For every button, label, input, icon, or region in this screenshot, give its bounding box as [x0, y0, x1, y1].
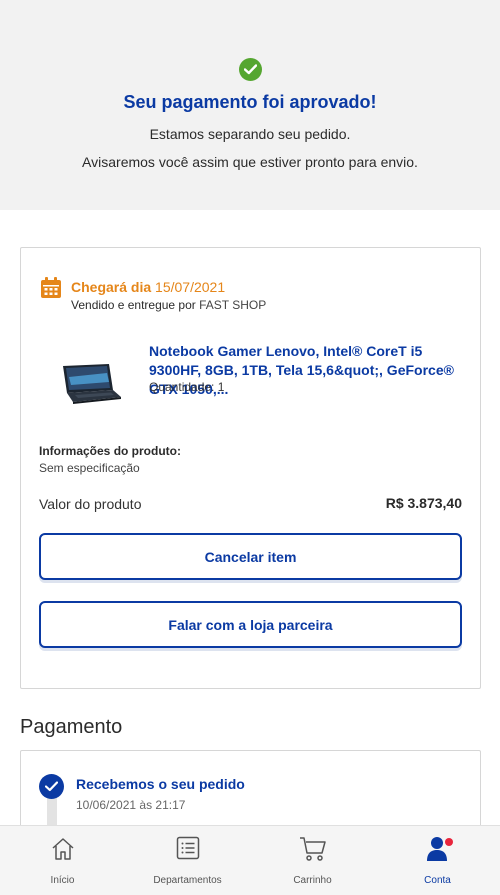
- tab-label: Início: [50, 875, 75, 886]
- seller-name: FAST SHOP: [199, 298, 267, 312]
- cancel-item-button[interactable]: Cancelar item: [39, 533, 462, 580]
- tab-carrinho[interactable]: Carrinho: [250, 826, 375, 895]
- tab-label: Departamentos: [153, 875, 222, 886]
- bottom-tab-bar: Início Departamentos Carrinho Conta: [0, 825, 500, 895]
- tab-label: Conta: [424, 875, 451, 886]
- step-complete-check-icon: [39, 774, 64, 799]
- confirmation-title: Seu pagamento foi aprovado!: [123, 92, 377, 112]
- delivery-date-value: 15/07/2021: [155, 279, 226, 295]
- product-value-label: Valor do produto: [39, 496, 142, 512]
- delivery-prefix: Chegará dia: [71, 279, 152, 295]
- tab-conta[interactable]: Conta: [375, 826, 500, 895]
- calendar-icon: [41, 277, 61, 303]
- product-value-amount: R$ 3.873,40: [385, 495, 462, 511]
- product-image[interactable]: [55, 360, 125, 410]
- confirmation-banner: Seu pagamento foi aprovado! Estamos sepa…: [0, 0, 500, 210]
- tab-departamentos[interactable]: Departamentos: [125, 826, 250, 895]
- payment-section-title: Pagamento: [20, 716, 123, 738]
- delivery-date: Chegará dia 15/07/2021: [71, 279, 225, 295]
- tab-inicio[interactable]: Início: [0, 826, 125, 895]
- payment-step-title: Recebemos o seu pedido: [76, 776, 245, 792]
- cart-icon: [299, 836, 327, 867]
- confirmation-notice: Avisaremos você assim que estiver pronto…: [82, 154, 418, 170]
- product-info-value: Sem especificação: [39, 461, 140, 475]
- product-quantity: Quantidade: 1: [149, 380, 225, 394]
- contact-seller-button[interactable]: Falar com a loja parceira: [39, 601, 462, 648]
- list-icon: [176, 836, 200, 865]
- product-info-label: Informações do produto:: [39, 444, 181, 458]
- confirmation-message: Estamos separando seu pedido.: [149, 126, 351, 142]
- order-item-card: Chegará dia 15/07/2021 Vendido e entregu…: [20, 247, 481, 689]
- success-check-icon: [239, 58, 262, 81]
- tab-label: Carrinho: [293, 875, 332, 886]
- payment-step-date: 10/06/2021 às 21:17: [76, 798, 186, 812]
- seller-prefix: Vendido e entregue por: [71, 298, 196, 312]
- notification-badge: [445, 838, 453, 846]
- home-icon: [50, 836, 76, 867]
- seller-info: Vendido e entregue por FAST SHOP: [71, 298, 266, 312]
